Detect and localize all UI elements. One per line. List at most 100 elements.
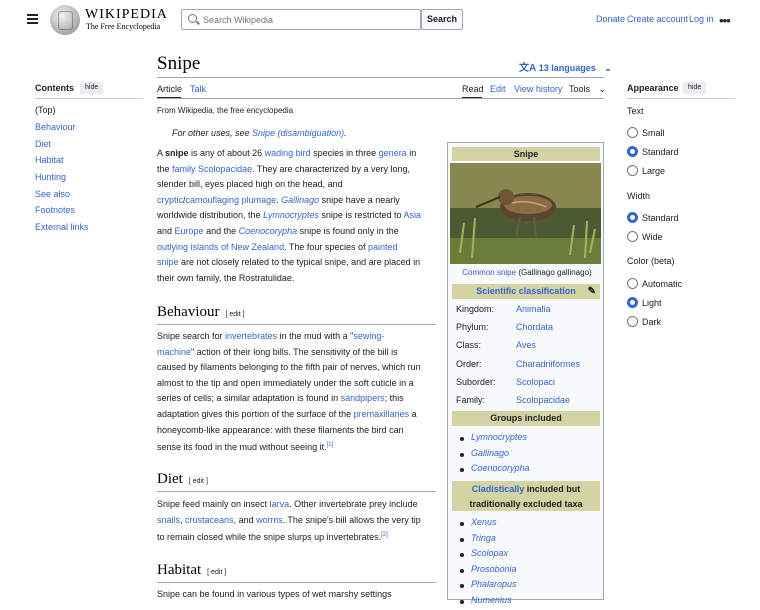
list-item[interactable]: Coenocorypha	[471, 463, 530, 473]
europe-link[interactable]: Europe	[175, 226, 204, 236]
text-size-large-label[interactable]: Large	[642, 166, 665, 176]
color-automatic-label[interactable]: Automatic	[642, 279, 682, 289]
edit-section-link[interactable]: [ edit ]	[225, 311, 244, 318]
wikipedia-wordmark[interactable]: WIKIPEDIA	[85, 7, 168, 23]
asia-link[interactable]: Asia	[403, 210, 421, 220]
snails-link[interactable]: snails	[157, 515, 180, 525]
toc-item-footnotes[interactable]: Footnotes	[35, 205, 75, 215]
chevron-down-icon: ⌄	[604, 63, 612, 73]
toc-item-see-also[interactable]: See also	[35, 189, 70, 199]
groups-included-header: Groups included	[452, 411, 600, 426]
tools-menu[interactable]: Tools ⌄	[569, 84, 606, 95]
tabs-divider	[157, 98, 604, 99]
lead-paragraph: A snipe is any of about 26 wading bird s…	[157, 148, 421, 283]
text-size-standard-radio[interactable]	[627, 146, 638, 157]
donate-link[interactable]: Donate	[596, 14, 625, 24]
list-item[interactable]: Xenus	[471, 517, 497, 527]
color-dark-label[interactable]: Dark	[642, 317, 661, 327]
color-light-radio[interactable]	[627, 297, 638, 308]
color-dark-radio[interactable]	[627, 316, 638, 327]
width-standard-radio[interactable]	[627, 212, 638, 223]
appearance-hide-button[interactable]: hide	[683, 82, 707, 94]
language-count: 13 languages	[538, 63, 596, 73]
color-automatic-radio[interactable]	[627, 278, 638, 289]
wikipedia-globe-icon[interactable]	[50, 5, 80, 35]
list-item[interactable]: Prosobonia	[471, 564, 517, 574]
genera-link[interactable]: genera	[379, 148, 407, 158]
painted-snipe-link-2[interactable]: snipe	[157, 257, 179, 267]
toc-item-diet[interactable]: Diet	[35, 139, 51, 149]
camouflaging-link[interactable]: camouflaging	[186, 195, 240, 205]
more-options-icon[interactable]: •••	[719, 13, 731, 28]
text-size-large-radio[interactable]	[627, 165, 638, 176]
toc-item-habitat[interactable]: Habitat	[35, 155, 64, 165]
snipe-photo[interactable]	[450, 163, 601, 264]
hatnote: For other uses, see Snipe (disambiguatio…	[172, 128, 347, 138]
tab-edit[interactable]: Edit	[490, 84, 506, 94]
scientific-classification-header[interactable]: Scientific classification ✎	[452, 284, 600, 299]
diet-paragraph: Snipe feed mainly on insect larva. Other…	[157, 499, 421, 543]
section-divider	[157, 324, 436, 325]
create-account-link[interactable]: Create account	[627, 14, 688, 24]
search-button[interactable]: Search	[421, 9, 463, 30]
toc-item-external-links[interactable]: External links	[35, 222, 89, 232]
toc-hide-button[interactable]: hide	[80, 82, 104, 94]
width-standard-label[interactable]: Standard	[642, 213, 679, 223]
painted-snipe-link[interactable]: painted	[368, 242, 398, 252]
larva-link[interactable]: larva	[270, 499, 290, 509]
edit-section-link[interactable]: [ edit ]	[189, 478, 208, 485]
list-item[interactable]: Phalaropus	[471, 579, 517, 589]
reference-2[interactable]: [2]	[381, 532, 388, 538]
scolopacidae-link[interactable]: Scolopacidae	[198, 164, 252, 174]
disambiguation-link[interactable]: Snipe (disambiguation)	[252, 128, 344, 138]
crustaceans-link[interactable]: crustaceans	[185, 515, 234, 525]
cryptic-link[interactable]: cryptic	[157, 195, 183, 205]
invertebrates-link[interactable]: invertebrates	[225, 331, 277, 341]
search-box[interactable]	[181, 9, 421, 30]
plumage-link[interactable]: plumage	[242, 195, 277, 205]
toc-item-behaviour[interactable]: Behaviour	[35, 122, 76, 132]
translate-icon: 文A	[519, 63, 537, 74]
sewing-machine-link-2[interactable]: machine	[157, 347, 191, 357]
sandpipers-link[interactable]: sandpipers	[341, 393, 385, 403]
language-button[interactable]: 文A 13 languages ⌄	[519, 59, 612, 74]
toc-item-top[interactable]: (Top)	[35, 105, 56, 115]
infobox-title: Snipe	[452, 147, 600, 161]
worms-link[interactable]: worms	[256, 515, 283, 525]
search-icon	[188, 14, 197, 23]
color-label: Color (beta)	[627, 256, 675, 266]
list-item[interactable]: Tringa	[471, 533, 496, 543]
tab-view-history[interactable]: View history	[514, 84, 562, 94]
list-item[interactable]: Lymnocryptes	[471, 432, 527, 442]
text-size-standard-label[interactable]: Standard	[642, 147, 679, 157]
appearance-divider	[627, 98, 735, 99]
list-item[interactable]: Scolopax	[471, 548, 508, 558]
gallinago-link[interactable]: Gallinago	[281, 195, 319, 205]
cladistically-link[interactable]: Cladistically	[472, 484, 525, 494]
list-item[interactable]: Gallinago	[471, 448, 509, 458]
tab-talk[interactable]: Talk	[190, 84, 206, 94]
family-link[interactable]: family	[172, 164, 196, 174]
common-snipe-link[interactable]: Common snipe	[462, 268, 516, 277]
page-title: Snipe	[157, 53, 201, 74]
main-menu-button[interactable]	[27, 14, 38, 24]
text-size-small-radio[interactable]	[627, 127, 638, 138]
edit-section-link[interactable]: [ edit ]	[207, 569, 226, 576]
tab-read[interactable]: Read	[462, 84, 484, 94]
wading-bird-link[interactable]: wading bird	[265, 148, 311, 158]
width-wide-radio[interactable]	[627, 231, 638, 242]
toc-item-hunting[interactable]: Hunting	[35, 172, 66, 182]
reference-1[interactable]: [1]	[327, 442, 334, 448]
coenocorypha-link[interactable]: Coenocorypha	[239, 226, 298, 236]
tab-article[interactable]: Article	[157, 84, 182, 94]
outlying-islands-link[interactable]: outlying islands of New Zealand	[157, 242, 284, 252]
pencil-icon[interactable]: ✎	[588, 284, 596, 299]
search-input[interactable]	[201, 12, 411, 27]
color-light-label[interactable]: Light	[642, 298, 662, 308]
lymnocryptes-link[interactable]: Lymnocryptes	[263, 210, 319, 220]
premaxillaries-link[interactable]: premaxillaries	[354, 409, 410, 419]
log-in-link[interactable]: Log in	[689, 14, 714, 24]
sewing-machine-link[interactable]: sewing-	[353, 331, 384, 341]
text-size-small-label[interactable]: Small	[642, 128, 665, 138]
width-wide-label[interactable]: Wide	[642, 232, 663, 242]
